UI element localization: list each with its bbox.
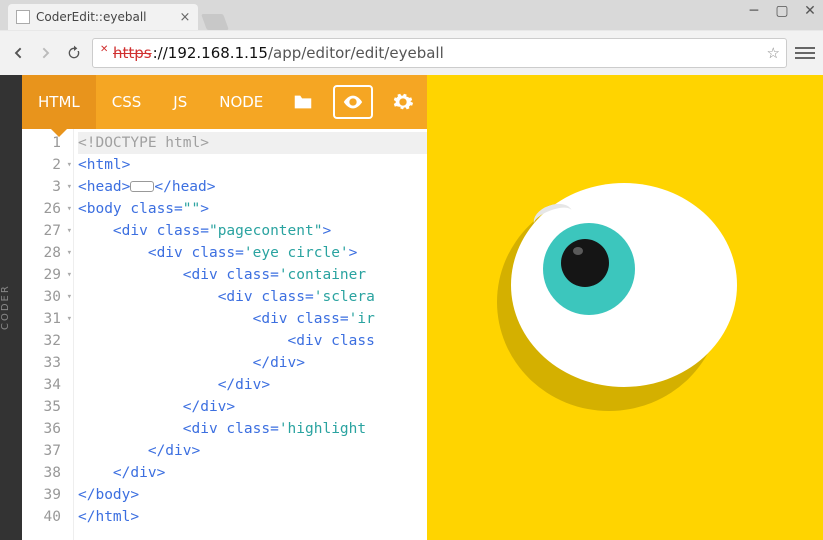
code-line[interactable]: </div> [78, 462, 427, 484]
editor-toolbar: HTML CSS JS NODE [22, 75, 427, 129]
nav-toolbar: https ://192.168.1.15 /app/editor/edit/e… [0, 30, 823, 75]
code-line[interactable]: </div> [78, 440, 427, 462]
code-line[interactable]: <body class=""> [78, 198, 427, 220]
address-bar[interactable]: https ://192.168.1.15 /app/editor/edit/e… [92, 38, 787, 68]
folder-icon [292, 91, 314, 113]
code-line[interactable]: <html> [78, 154, 427, 176]
tab-css[interactable]: CSS [96, 75, 158, 129]
line-number: 29 [22, 264, 61, 286]
bookmark-star-icon[interactable]: ☆ [767, 44, 780, 62]
code-line[interactable]: </body> [78, 484, 427, 506]
line-number: 38 [22, 462, 61, 484]
window-close-button[interactable]: ✕ [803, 4, 817, 18]
line-number: 3 [22, 176, 61, 198]
line-number: 36 [22, 418, 61, 440]
coder-rail[interactable]: CODER [0, 75, 22, 540]
preview-pane [427, 75, 823, 540]
code-line[interactable]: </div> [78, 374, 427, 396]
code-editor[interactable]: 123262728293031323334353637383940 <!DOCT… [22, 129, 427, 540]
code-line[interactable]: </div> [78, 352, 427, 374]
line-number: 37 [22, 440, 61, 462]
line-number: 31 [22, 308, 61, 330]
eye-pupil [561, 239, 609, 287]
browser-tab[interactable]: CoderEdit::eyeball × [8, 4, 198, 30]
line-number: 33 [22, 352, 61, 374]
insecure-https-icon: https [113, 44, 152, 62]
reload-button[interactable] [64, 43, 84, 63]
eye-icon [342, 91, 364, 113]
browser-chrome: ─ ▢ ✕ CoderEdit::eyeball × https ://192.… [0, 0, 823, 75]
tab-title: CoderEdit::eyeball [36, 10, 146, 24]
line-number: 32 [22, 330, 61, 352]
url-path: /app/editor/edit/eyeball [268, 44, 444, 62]
code-line[interactable]: <div class="pagecontent"> [78, 220, 427, 242]
back-button[interactable] [8, 43, 28, 63]
code-line[interactable]: <head></head> [78, 176, 427, 198]
line-number: 26 [22, 198, 61, 220]
line-gutter: 123262728293031323334353637383940 [22, 129, 74, 540]
line-number: 39 [22, 484, 61, 506]
code-line[interactable]: </div> [78, 396, 427, 418]
code-body[interactable]: <!DOCTYPE html><html><head></head><body … [74, 129, 427, 540]
code-line[interactable]: <div class='ir [78, 308, 427, 330]
code-line[interactable]: </html> [78, 506, 427, 528]
window-minimize-button[interactable]: ─ [747, 4, 761, 18]
line-number: 1 [22, 132, 61, 154]
tab-close-icon[interactable]: × [180, 12, 190, 22]
line-number: 27 [22, 220, 61, 242]
line-number: 35 [22, 396, 61, 418]
url-host: ://192.168.1.15 [153, 44, 268, 62]
preview-button[interactable] [333, 85, 373, 119]
code-line[interactable]: <div class='container [78, 264, 427, 286]
code-line[interactable]: <div class='sclera [78, 286, 427, 308]
forward-button [36, 43, 56, 63]
browser-menu-button[interactable] [795, 43, 815, 63]
line-number: 34 [22, 374, 61, 396]
tab-html[interactable]: HTML [22, 75, 96, 129]
line-number: 2 [22, 154, 61, 176]
settings-button[interactable] [379, 75, 427, 129]
code-line[interactable]: <!DOCTYPE html> [78, 132, 427, 154]
line-number: 28 [22, 242, 61, 264]
line-number: 30 [22, 286, 61, 308]
page-icon [16, 10, 30, 24]
window-maximize-button[interactable]: ▢ [775, 4, 789, 18]
code-line[interactable]: <div class [78, 330, 427, 352]
new-tab-button[interactable] [201, 14, 229, 30]
code-line[interactable]: <div class='highlight [78, 418, 427, 440]
tab-node[interactable]: NODE [203, 75, 279, 129]
files-button[interactable] [279, 75, 327, 129]
line-number: 40 [22, 506, 61, 528]
tab-js[interactable]: JS [157, 75, 203, 129]
code-line[interactable]: <div class='eye circle'> [78, 242, 427, 264]
gear-icon [392, 91, 414, 113]
